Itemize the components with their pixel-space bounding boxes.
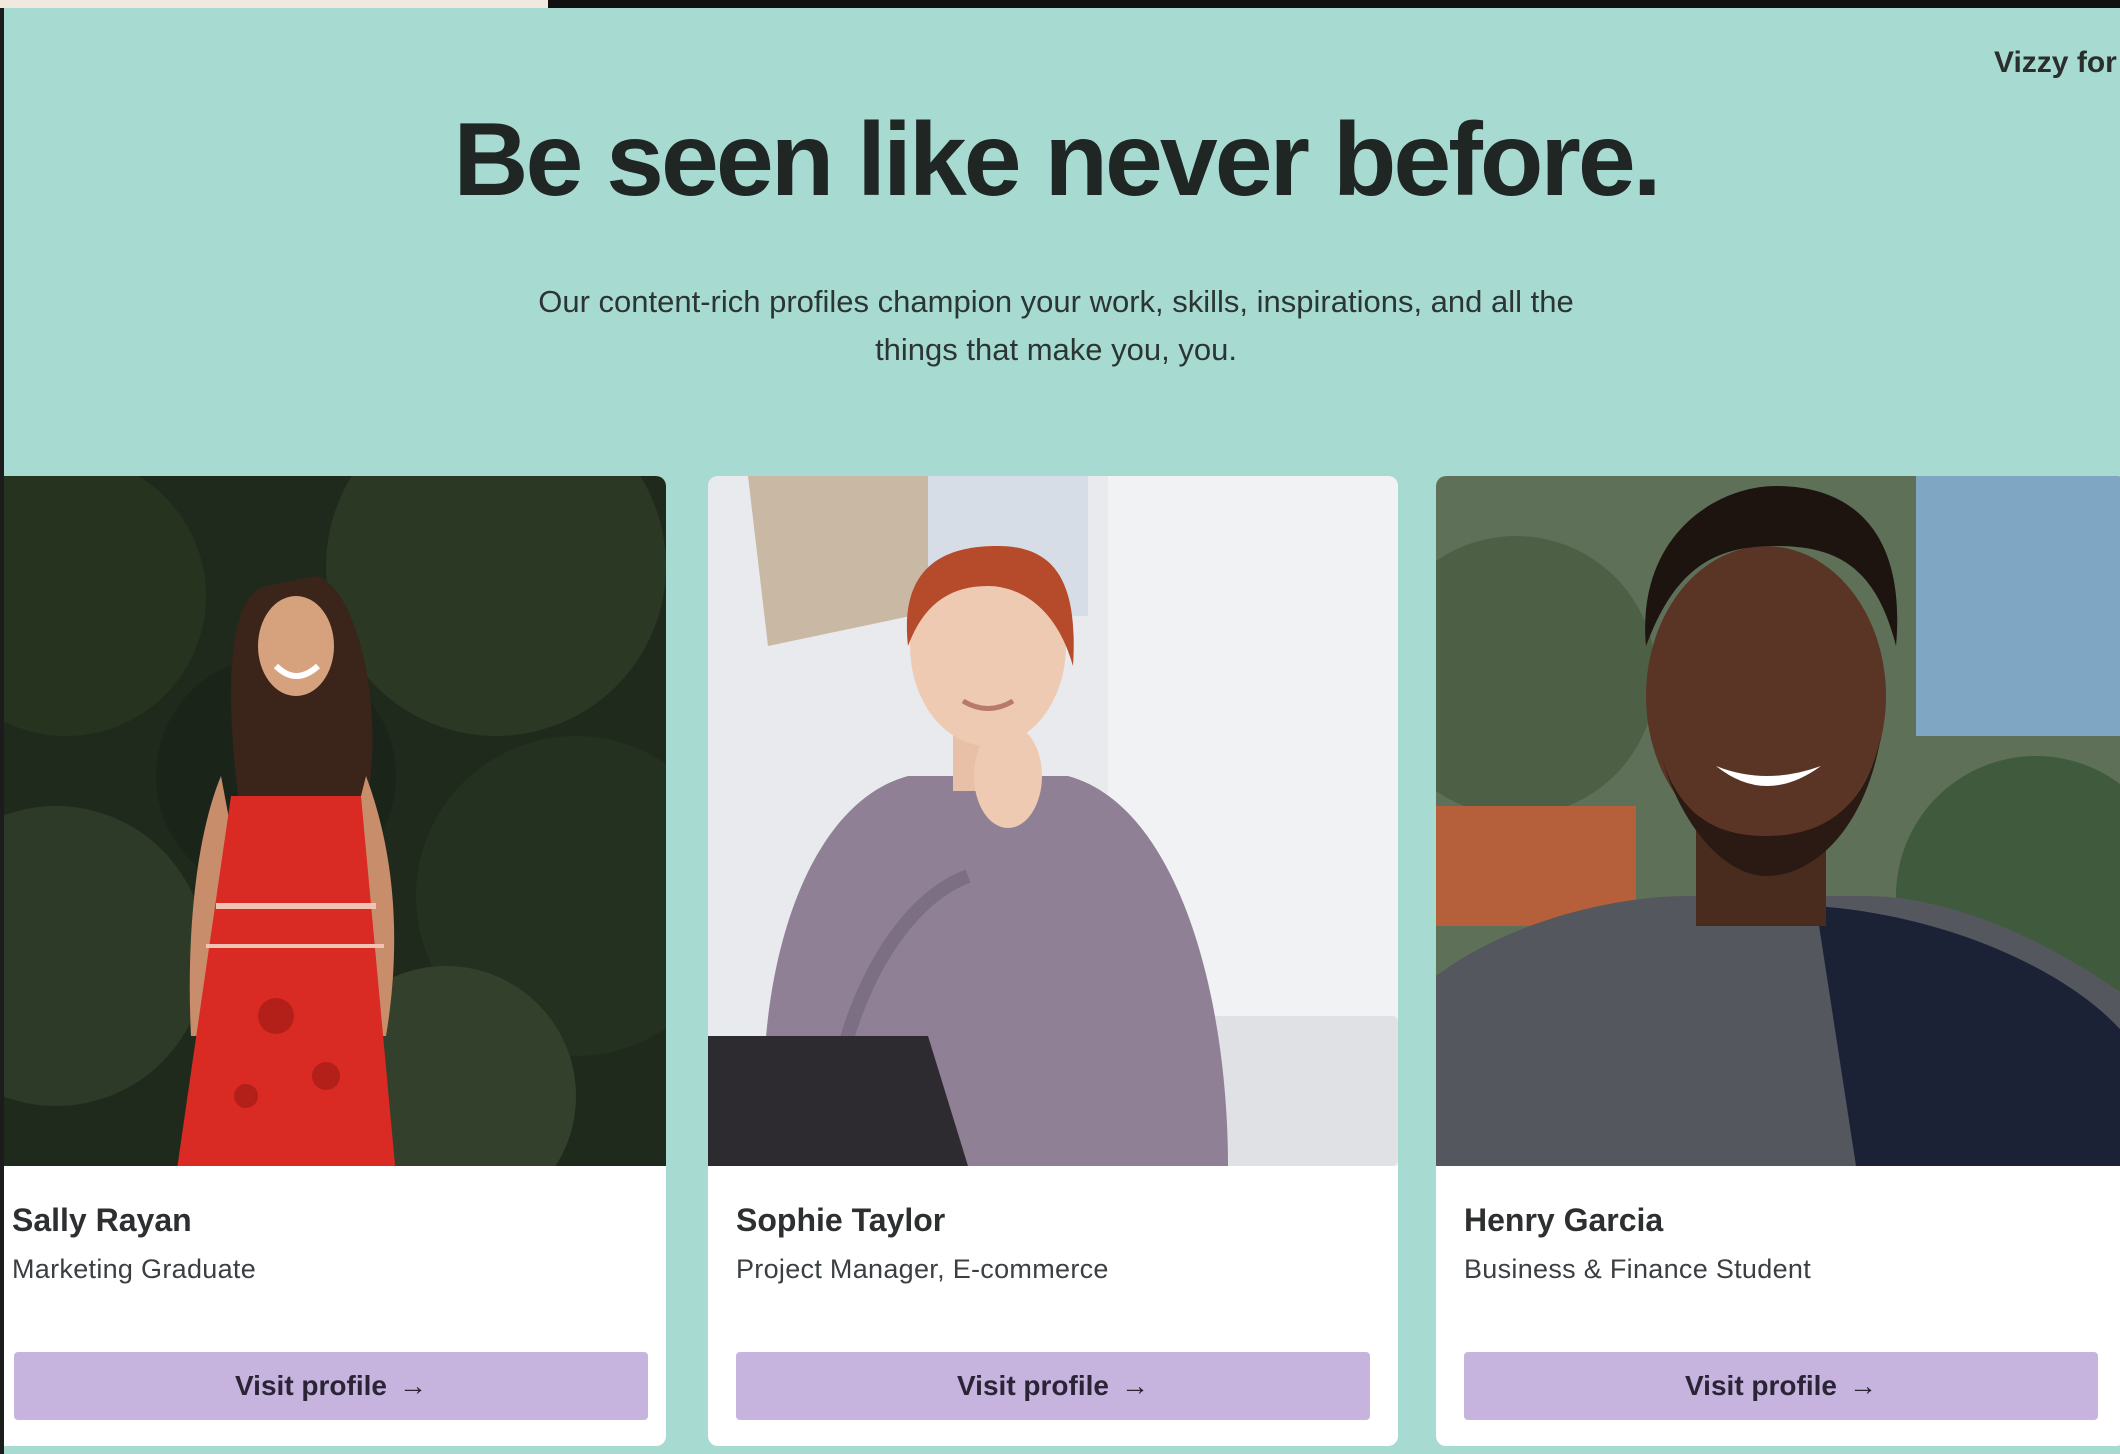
profile-photo [1436,476,2120,1166]
visit-profile-button[interactable]: Visit profile → [1464,1352,2098,1420]
profile-name: Sophie Taylor [736,1202,946,1238]
profile-card: Sally Rayan Marketing Graduate Visit pro… [4,476,666,1446]
profile-photo [4,476,666,1166]
hero-subtitle: Our content-rich profiles champion your … [538,284,1574,367]
profile-photo [708,476,1398,1166]
visit-profile-button[interactable]: Visit profile → [14,1352,648,1420]
visit-profile-label: Visit profile [1685,1370,1837,1401]
hero-headline: Be seen like never before. [453,102,1661,218]
top-edge-strip [0,0,548,8]
profile-card: Sophie Taylor Project Manager, E-commerc… [708,476,1398,1446]
profile-role: Business & Finance Student [1464,1254,1812,1284]
profile-name: Sally Rayan [12,1202,192,1238]
profile-role: Marketing Graduate [12,1254,257,1284]
brand-link[interactable]: Vizzy for [1994,46,2117,80]
arrow-right-icon: → [398,1370,427,1401]
screenshot-frame: Vizzy for Be seen like never before. Our… [0,0,2120,1454]
visit-profile-button[interactable]: Visit profile → [736,1352,1370,1420]
profile-name: Henry Garcia [1464,1202,1664,1238]
arrow-right-icon: → [1848,1370,1877,1401]
visit-profile-label: Visit profile [235,1370,387,1401]
profile-card: Henry Garcia Business & Finance Student … [1436,476,2120,1446]
profiles-showcase-section: Vizzy for Be seen like never before. Our… [4,8,2120,1454]
profile-role: Project Manager, E-commerce [736,1254,1109,1284]
top-dark-strip [548,0,2120,8]
visit-profile-label: Visit profile [957,1370,1109,1401]
arrow-right-icon: → [1120,1370,1149,1401]
